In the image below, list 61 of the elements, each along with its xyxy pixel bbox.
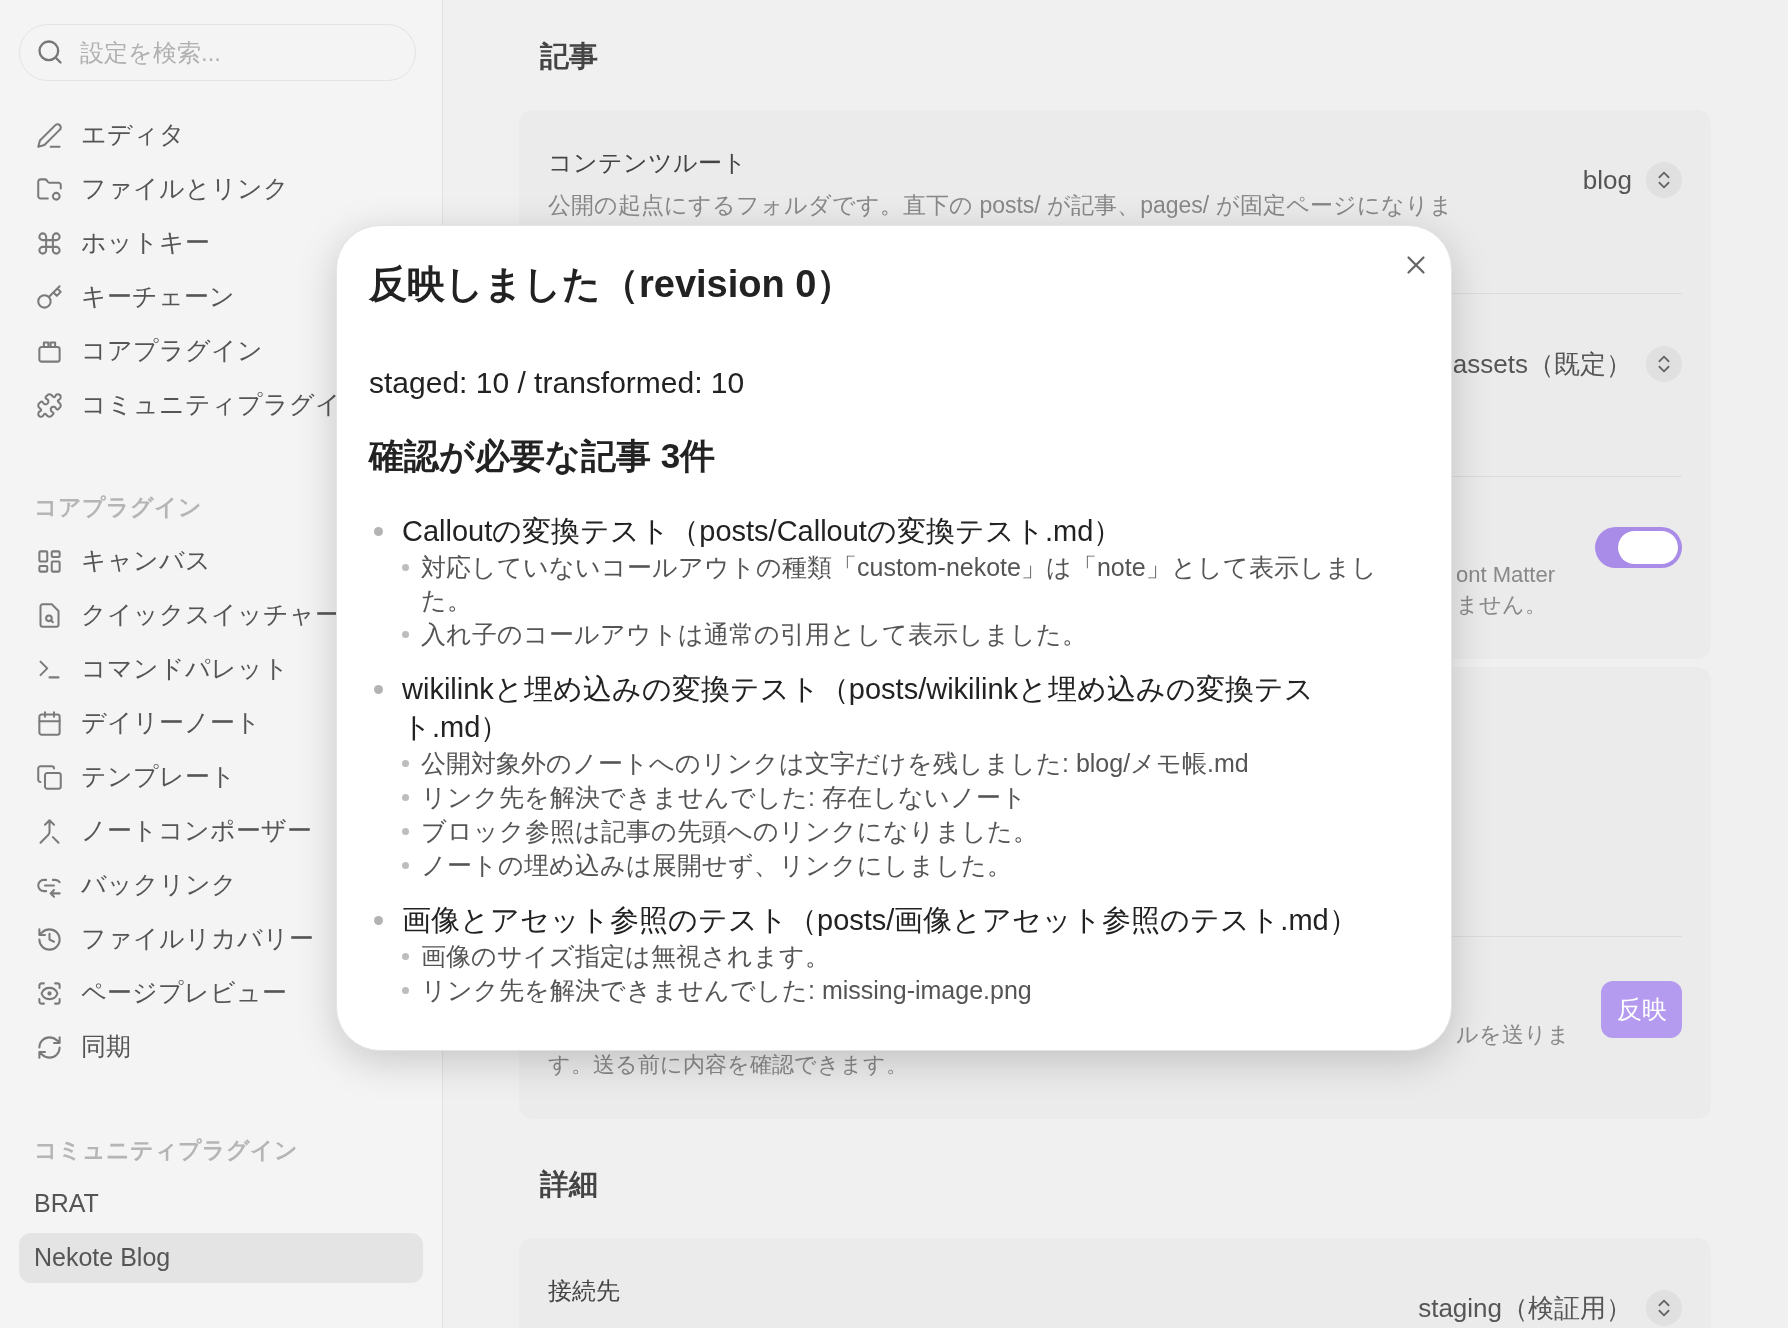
bullet-icon bbox=[402, 760, 409, 767]
calendar-icon bbox=[36, 709, 63, 737]
note-text: ノートの埋め込みは展開せず、リンクにしました。 bbox=[421, 850, 1012, 881]
bullet-icon bbox=[402, 987, 409, 994]
key-icon bbox=[36, 283, 63, 311]
note-text: 対応していないコールアウトの種類「custom-nekote」は「note」として表示しました。 bbox=[421, 552, 1378, 616]
bullet-icon bbox=[402, 564, 409, 571]
dropdown[interactable]: staging（検証用） bbox=[1418, 1288, 1682, 1328]
dialog-title: 反映しました（revision 0） bbox=[369, 262, 855, 307]
bullet-icon bbox=[402, 862, 409, 869]
bullet-icon bbox=[374, 527, 383, 536]
summary-text: staged: 10 / transformed: 10 bbox=[369, 365, 745, 401]
review-heading: 確認が必要な記事 3件 bbox=[369, 436, 716, 476]
section-heading: 記事 bbox=[539, 39, 599, 75]
sidebar-item[interactable]: Nekote Blog bbox=[19, 1233, 423, 1283]
command-key-icon bbox=[36, 229, 63, 257]
setting-description: す。送る前に内容を確認できます。 bbox=[548, 1051, 908, 1079]
note-text: 画像のサイズ指定は無視されます。 bbox=[421, 941, 830, 972]
search-field[interactable]: 設定を検索... bbox=[19, 24, 416, 81]
note-text: 公開対象外のノートへのリンクは文字だけを残しました: blog/メモ帳.md bbox=[421, 748, 1249, 779]
pencil-icon bbox=[36, 121, 63, 149]
dropdown[interactable]: assets（既定） bbox=[1452, 344, 1682, 384]
setting-description: 公開の起点にするフォルダです。直下の posts/ が記事、pages/ が固定ページになりま bbox=[548, 191, 1454, 220]
setting-label: 接続先 bbox=[548, 1276, 621, 1306]
setting-description: ルを送りま bbox=[1456, 1021, 1570, 1049]
sidebar-item[interactable]: ページプレビュー bbox=[19, 966, 423, 1020]
copy-icon bbox=[36, 763, 63, 791]
search-icon bbox=[36, 38, 64, 66]
bullet-icon bbox=[374, 685, 383, 694]
section-heading: コアプラグイン bbox=[34, 492, 202, 522]
note-text: リンク先を解決できませんでした: missing-image.png bbox=[421, 975, 1032, 1006]
bullet-icon bbox=[402, 794, 409, 801]
file-search-icon bbox=[36, 601, 63, 629]
setting-description: ません。 bbox=[1456, 591, 1547, 619]
grid-icon bbox=[36, 547, 63, 575]
bullet-icon bbox=[374, 916, 383, 925]
sidebar-item[interactable]: エディタ bbox=[19, 108, 423, 162]
section-heading: 詳細 bbox=[539, 1167, 599, 1203]
setting-description: ont Matter bbox=[1456, 561, 1556, 589]
article-title: Calloutの変換テスト（posts/Calloutの変換テスト.md） bbox=[402, 514, 1124, 549]
eye-scan-icon bbox=[36, 979, 63, 1007]
toggle-switch[interactable] bbox=[1595, 527, 1682, 568]
sidebar-item[interactable]: ファイルとリンク bbox=[19, 162, 423, 216]
puzzle-icon bbox=[36, 391, 63, 419]
bullet-icon bbox=[402, 631, 409, 638]
setting-label: コンテンツルート bbox=[548, 148, 748, 178]
note-text: ブロック参照は記事の先頭へのリンクになりました。 bbox=[421, 816, 1038, 847]
bullet-icon bbox=[402, 828, 409, 835]
note-text: 入れ子のコールアウトは通常の引用として表示しました。 bbox=[421, 619, 1087, 650]
note-text: リンク先を解決できませんでした: 存在しないノート bbox=[421, 782, 1027, 813]
folder-gear-icon bbox=[36, 175, 63, 203]
dropdown[interactable]: blog bbox=[1582, 160, 1682, 200]
history-icon bbox=[36, 925, 63, 953]
sidebar-item[interactable]: ノートコンポーザー bbox=[19, 804, 423, 858]
refresh-icon bbox=[36, 1033, 63, 1061]
article-title: wikilinkと埋め込みの変換テスト（posts/wikilinkと埋め込みの変換テスト.md） bbox=[402, 672, 1316, 745]
sidebar-item[interactable]: 同期 bbox=[19, 1020, 423, 1074]
sidebar-item[interactable]: BRAT bbox=[19, 1179, 423, 1229]
section-heading: コミュニティプラグイン bbox=[34, 1135, 298, 1165]
article-title: 画像とアセット参照のテスト（posts/画像とアセット参照のテスト.md） bbox=[402, 903, 1359, 938]
bullet-icon bbox=[402, 953, 409, 960]
